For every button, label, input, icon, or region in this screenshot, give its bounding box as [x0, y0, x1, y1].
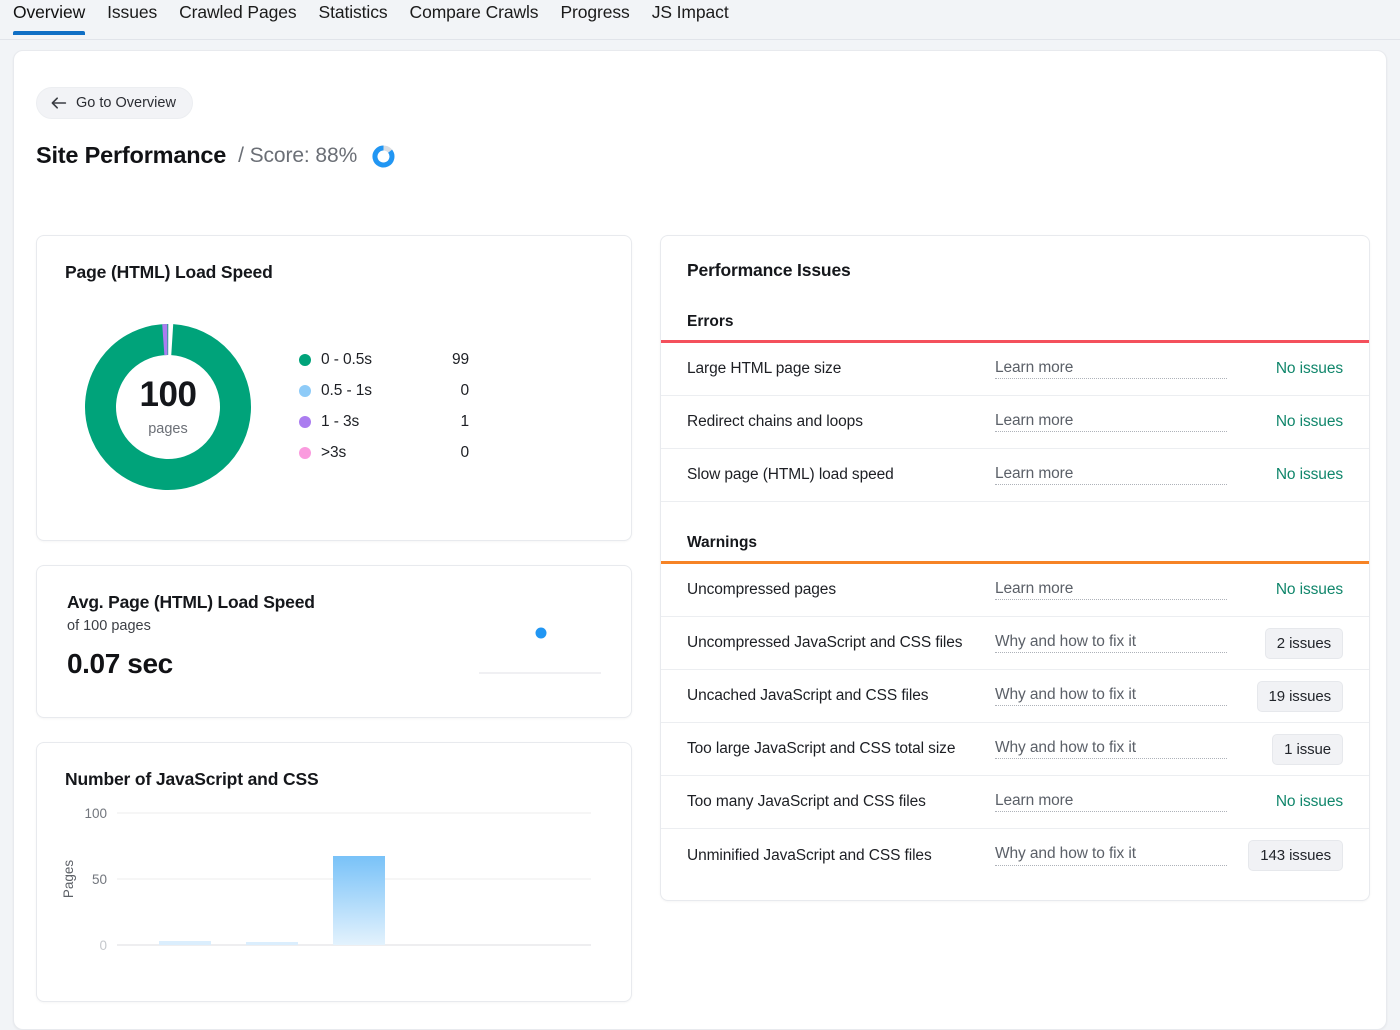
table-row: Slow page (HTML) load speed Learn more N…: [661, 449, 1369, 502]
issue-status: No issues: [1227, 466, 1343, 484]
legend-value: 1: [435, 413, 469, 431]
page-title-row: Site Performance / Score: 88%: [36, 142, 396, 169]
page-load-speed-title: Page (HTML) Load Speed: [65, 262, 605, 283]
load-speed-legend: 0 - 0.5s 99 0.5 - 1s 0 1 - 3s 1: [299, 344, 469, 468]
issue-status: 2 issues: [1227, 628, 1343, 659]
why-and-how-to-fix-it-link[interactable]: Why and how to fix it: [995, 739, 1227, 760]
javascript-css-count-title: Number of JavaScript and CSS: [65, 769, 613, 790]
javascript-css-count-card: Number of JavaScript and CSS: [36, 742, 632, 1002]
table-row: Uncompressed JavaScript and CSS files Wh…: [661, 617, 1369, 670]
bar-2: [246, 942, 298, 945]
legend-value: 0: [435, 444, 469, 462]
tab-js-impact[interactable]: JS Impact: [652, 0, 729, 35]
legend-item: 0 - 0.5s 99: [299, 344, 469, 375]
issue-status: 143 issues: [1227, 840, 1343, 871]
load-speed-donut-chart: 100 pages: [65, 304, 271, 510]
learn-more-link[interactable]: Learn more: [995, 792, 1227, 813]
page-load-speed-card: Page (HTML) Load Speed 100 pages: [36, 235, 632, 541]
issue-status: 19 issues: [1227, 681, 1343, 712]
left-column: Page (HTML) Load Speed 100 pages: [36, 235, 632, 1002]
learn-more-link[interactable]: Learn more: [995, 412, 1227, 433]
table-row: Too large JavaScript and CSS total size …: [661, 723, 1369, 776]
tab-crawled-pages[interactable]: Crawled Pages: [179, 0, 296, 35]
loading-spinner-icon: [371, 144, 396, 169]
bar-chart-svg: 100 50 0 Pages: [51, 801, 611, 1001]
y-axis-label: Pages: [61, 860, 76, 899]
issue-name: Large HTML page size: [687, 360, 995, 378]
why-and-how-to-fix-it-link[interactable]: Why and how to fix it: [995, 845, 1227, 866]
tab-compare-crawls[interactable]: Compare Crawls: [410, 0, 539, 35]
bar-1: [159, 941, 211, 945]
avg-load-speed-card: Avg. Page (HTML) Load Speed of 100 pages…: [36, 565, 632, 718]
main-tab-bar: Overview Issues Crawled Pages Statistics…: [0, 0, 1400, 40]
legend-item: 1 - 3s 1: [299, 406, 469, 437]
arrow-left-icon: [51, 97, 67, 109]
donut-svg: [65, 304, 271, 510]
legend-label: >3s: [321, 444, 435, 462]
go-to-overview-button[interactable]: Go to Overview: [36, 87, 193, 119]
table-row: Redirect chains and loops Learn more No …: [661, 396, 1369, 449]
tab-statistics[interactable]: Statistics: [319, 0, 388, 35]
go-to-overview-label: Go to Overview: [76, 95, 176, 111]
legend-dot-icon: [299, 354, 311, 366]
tab-overview[interactable]: Overview: [13, 0, 85, 35]
page-title: Site Performance: [36, 142, 226, 169]
issue-name: Slow page (HTML) load speed: [687, 466, 995, 484]
why-and-how-to-fix-it-link[interactable]: Why and how to fix it: [995, 686, 1227, 707]
legend-value: 0: [435, 382, 469, 400]
warnings-section-heading: Warnings: [661, 534, 1369, 552]
tab-progress[interactable]: Progress: [560, 0, 629, 35]
learn-more-link[interactable]: Learn more: [995, 465, 1227, 486]
issue-status: No issues: [1227, 413, 1343, 431]
site-score: / Score: 88%: [238, 144, 357, 168]
legend-value: 99: [435, 351, 469, 369]
issue-name: Uncompressed JavaScript and CSS files: [687, 634, 995, 652]
issue-name: Too many JavaScript and CSS files: [687, 793, 995, 811]
legend-label: 1 - 3s: [321, 413, 435, 431]
errors-section-heading: Errors: [661, 313, 1369, 331]
y-tick-100: 100: [84, 806, 107, 821]
legend-dot-icon: [299, 416, 311, 428]
table-row: Too many JavaScript and CSS files Learn …: [661, 776, 1369, 829]
learn-more-link[interactable]: Learn more: [995, 359, 1227, 380]
legend-label: 0 - 0.5s: [321, 351, 435, 369]
dashboard-columns: Page (HTML) Load Speed 100 pages: [36, 235, 1366, 1002]
issue-count-badge[interactable]: 1 issue: [1272, 734, 1343, 765]
issue-status: No issues: [1227, 360, 1343, 378]
legend-dot-icon: [299, 447, 311, 459]
legend-item: >3s 0: [299, 437, 469, 468]
avg-load-speed-sparkline: [475, 594, 605, 689]
issue-status: 1 issue: [1227, 734, 1343, 765]
issue-count-badge[interactable]: 19 issues: [1257, 681, 1343, 712]
table-row: Uncached JavaScript and CSS files Why an…: [661, 670, 1369, 723]
tab-issues[interactable]: Issues: [107, 0, 157, 35]
y-tick-50: 50: [92, 872, 107, 887]
javascript-css-bar-chart: 100 50 0 Pages: [51, 801, 621, 1001]
performance-issues-card: Performance Issues Errors Large HTML pag…: [660, 235, 1370, 901]
table-row: Unminified JavaScript and CSS files Why …: [661, 829, 1369, 882]
table-row: Uncompressed pages Learn more No issues: [661, 564, 1369, 617]
issue-name: Redirect chains and loops: [687, 413, 995, 431]
table-row: Large HTML page size Learn more No issue…: [661, 343, 1369, 396]
issue-name: Too large JavaScript and CSS total size: [687, 740, 995, 758]
issue-count-badge[interactable]: 2 issues: [1265, 628, 1343, 659]
y-tick-0: 0: [99, 938, 107, 953]
right-column: Performance Issues Errors Large HTML pag…: [660, 235, 1370, 1002]
legend-dot-icon: [299, 385, 311, 397]
issue-name: Unminified JavaScript and CSS files: [687, 847, 995, 865]
main-content-panel: Go to Overview Site Performance / Score:…: [13, 50, 1387, 1030]
issue-status: No issues: [1227, 581, 1343, 599]
issue-name: Uncompressed pages: [687, 581, 995, 599]
why-and-how-to-fix-it-link[interactable]: Why and how to fix it: [995, 633, 1227, 654]
bar-3: [333, 856, 385, 945]
issue-status: No issues: [1227, 793, 1343, 811]
issue-count-badge[interactable]: 143 issues: [1248, 840, 1343, 871]
issue-name: Uncached JavaScript and CSS files: [687, 687, 995, 705]
performance-issues-title: Performance Issues: [661, 260, 1369, 281]
legend-label: 0.5 - 1s: [321, 382, 435, 400]
legend-item: 0.5 - 1s 0: [299, 375, 469, 406]
learn-more-link[interactable]: Learn more: [995, 580, 1227, 601]
